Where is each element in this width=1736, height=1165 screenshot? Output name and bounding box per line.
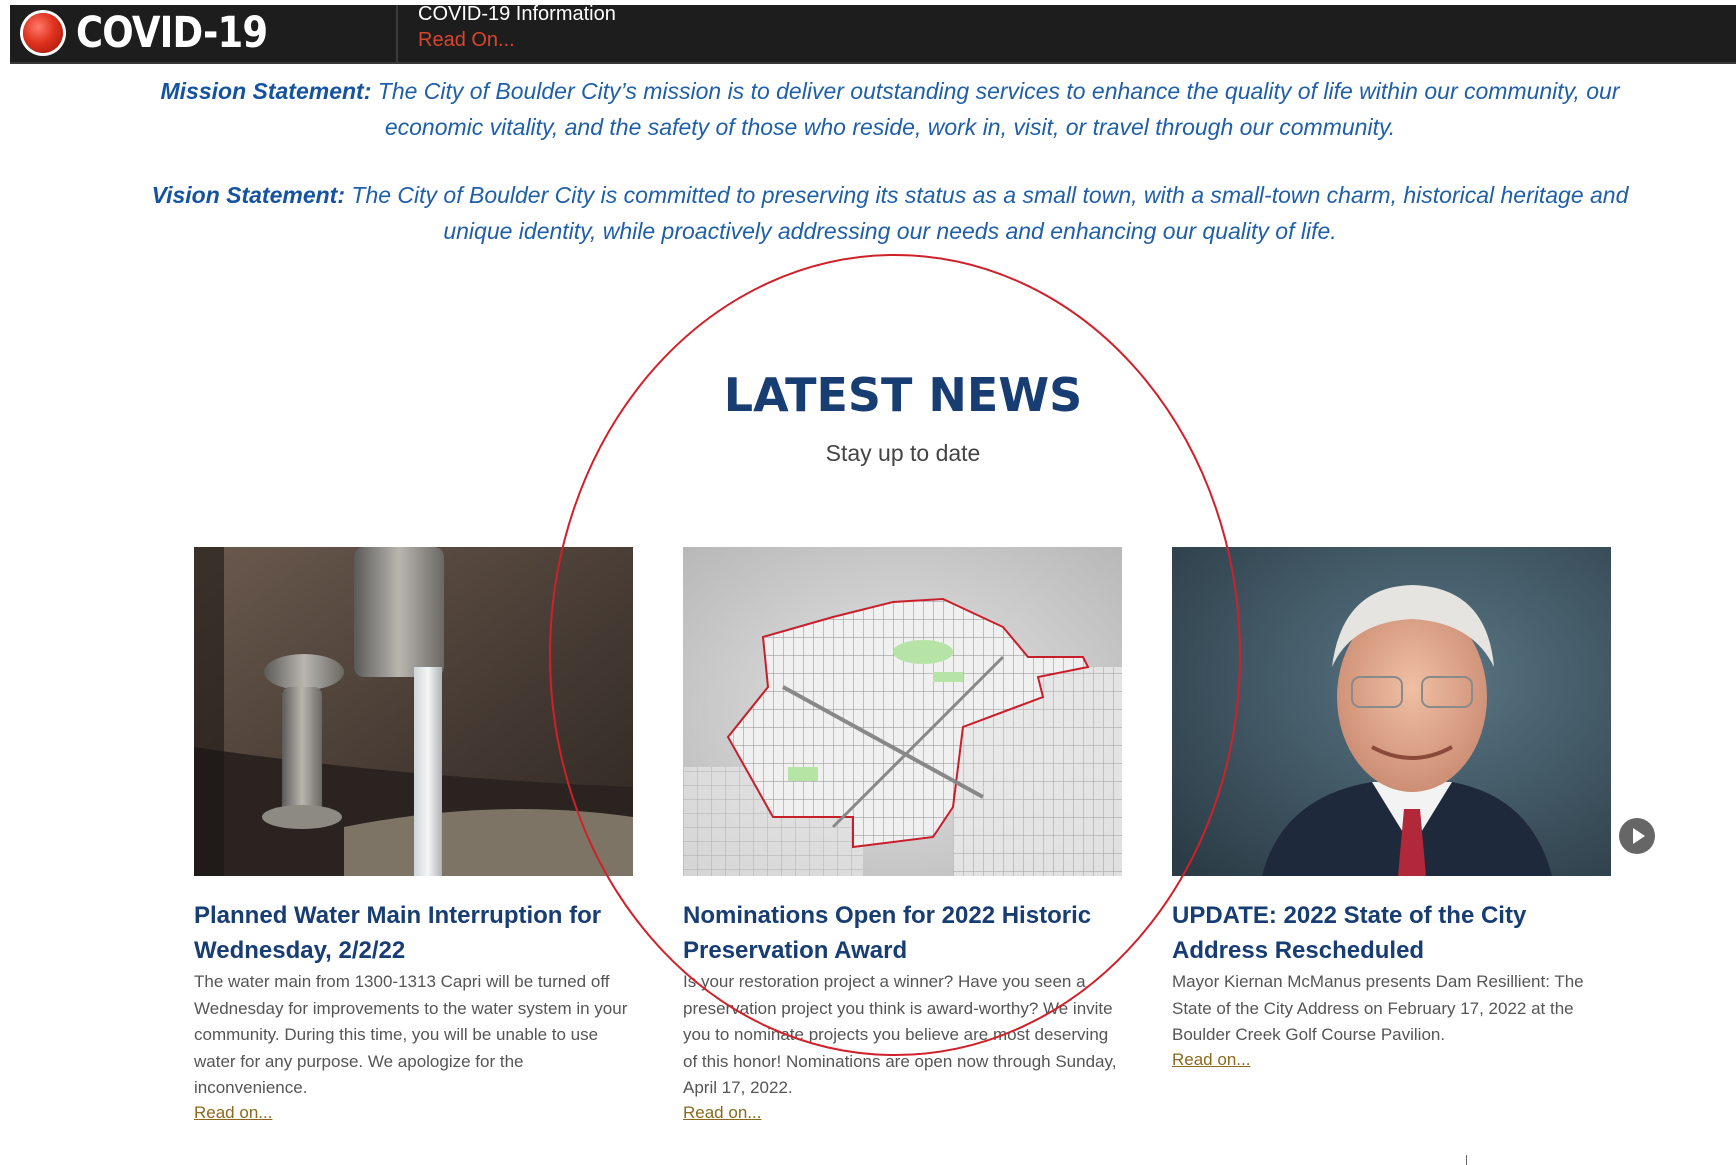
- news-card: UPDATE: 2022 State of the City Address R…: [1172, 547, 1612, 1070]
- news-card-excerpt: Is your restoration project a winner? Ha…: [683, 972, 1117, 1097]
- divider: [1466, 1155, 1467, 1165]
- vision-label: Vision Statement:: [151, 182, 345, 208]
- divider: [396, 5, 398, 62]
- mission-statement: Mission Statement: The City of Boulder C…: [140, 73, 1640, 145]
- read-on-link[interactable]: Read on...: [1172, 1050, 1250, 1070]
- read-on-link[interactable]: Read on...: [194, 1103, 272, 1123]
- mission-label: Mission Statement:: [160, 78, 372, 104]
- news-card-excerpt: Mayor Kiernan McManus presents Dam Resil…: [1172, 972, 1584, 1044]
- read-on-link[interactable]: Read on...: [683, 1103, 761, 1123]
- chevron-right-icon[interactable]: [1619, 818, 1655, 854]
- news-card: Nominations Open for 2022 Historic Prese…: [683, 547, 1123, 1123]
- faucet-photo[interactable]: [194, 547, 633, 876]
- news-card-excerpt: The water main from 1300-1313 Capri will…: [194, 972, 628, 1097]
- historic-district-map[interactable]: [683, 547, 1122, 876]
- mission-text: The City of Boulder City’s mission is to…: [377, 78, 1620, 140]
- covid-read-on-link[interactable]: Read On...: [418, 29, 515, 52]
- news-card-title[interactable]: Planned Water Main Interruption for Wedn…: [194, 898, 634, 968]
- latest-news-subheading: Stay up to date: [825, 440, 981, 466]
- vision-statement: Vision Statement: The City of Boulder Ci…: [140, 177, 1640, 249]
- covid-info-label: COVID-19 Information: [418, 3, 616, 25]
- latest-news-heading: LATEST NEWS: [723, 368, 1083, 422]
- news-card-title[interactable]: UPDATE: 2022 State of the City Address R…: [1172, 898, 1612, 968]
- alert-dot-icon: [23, 13, 63, 53]
- news-card: Planned Water Main Interruption for Wedn…: [194, 547, 634, 1123]
- vision-text: The City of Boulder City is committed to…: [351, 182, 1629, 244]
- mayor-portrait[interactable]: [1172, 547, 1611, 876]
- news-card-title[interactable]: Nominations Open for 2022 Historic Prese…: [683, 898, 1123, 968]
- covid-alert-bar: COVID-19 COVID-19 Information Read On...: [10, 3, 1736, 64]
- covid-badge-label[interactable]: COVID-19: [76, 7, 268, 59]
